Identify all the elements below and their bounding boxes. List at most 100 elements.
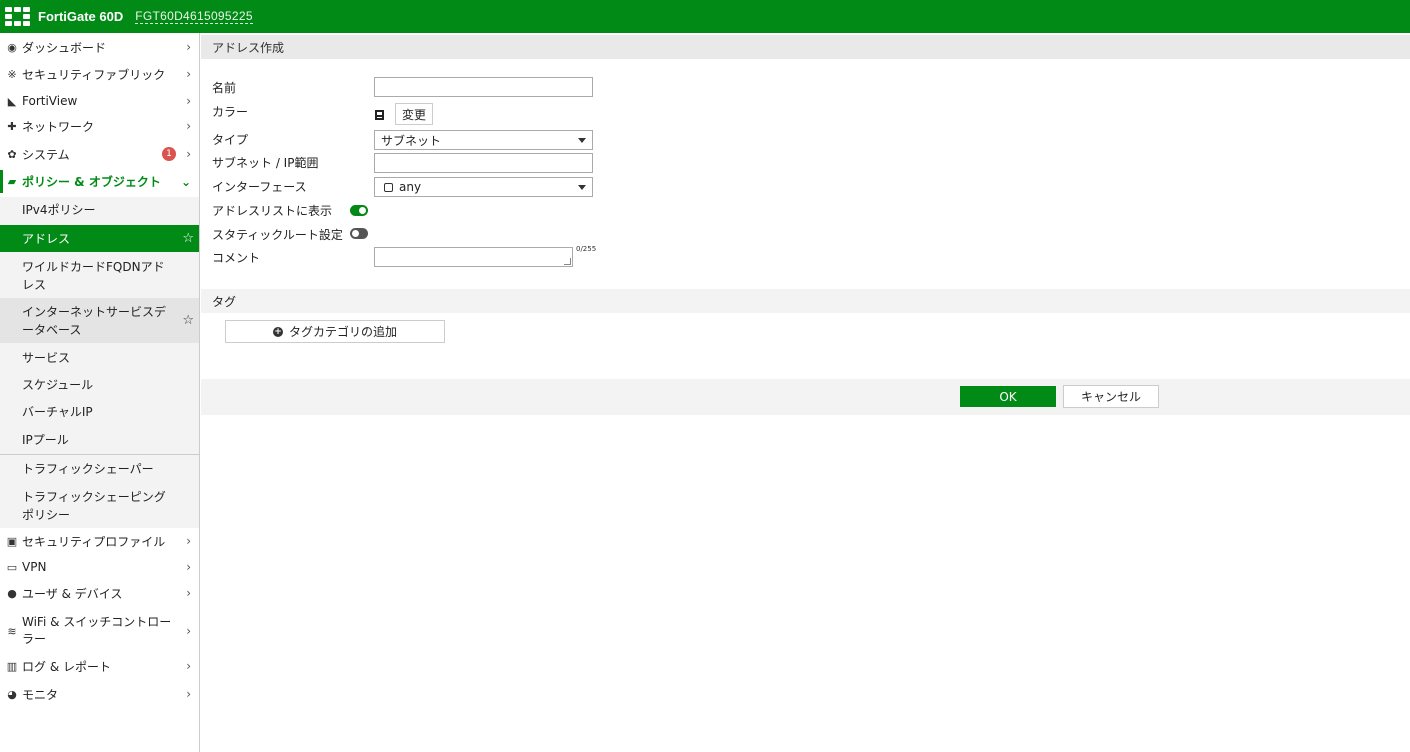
laptop-icon: ▭ (6, 560, 18, 574)
sidebar-subitem-address[interactable]: アドレス ☆ (0, 225, 199, 252)
chevron-right-icon: › (186, 687, 191, 701)
color-swatch-icon (375, 110, 384, 120)
sidebar-item-fortiview[interactable]: ◣ FortiView › (0, 91, 199, 111)
sidebar-item-label: システム (22, 147, 70, 162)
sidebar-item-label: VPN (22, 560, 47, 574)
dashboard-icon: ◉ (7, 40, 17, 54)
interface-select[interactable]: any (374, 177, 593, 197)
type-select[interactable]: サブネット (374, 130, 593, 150)
comment-textarea[interactable] (374, 247, 573, 267)
sidebar-subitem-ipv4-policy[interactable]: IPv4ポリシー (0, 199, 199, 221)
sidebar-item-label: ログ & レポート (22, 659, 111, 674)
static-route-label: スタティックルート設定 (212, 228, 343, 242)
sidebar-subitem-label: バーチャルIP (22, 405, 93, 419)
submenu-divider (0, 454, 199, 455)
fabric-icon: ※ (7, 67, 17, 81)
add-tag-category-label: タグカテゴリの追加 (288, 325, 397, 339)
chart-icon: ◣ (7, 94, 17, 108)
network-icon: ✚ (7, 119, 17, 133)
lock-icon: ▣ (6, 534, 18, 548)
comment-label: コメント (212, 251, 261, 265)
notification-badge: 1 (162, 147, 176, 161)
sidebar-subitem-virtual-ip[interactable]: バーチャルIP (0, 401, 199, 423)
sidebar-subitem-schedule[interactable]: スケジュール (0, 374, 199, 396)
chevron-right-icon: › (186, 94, 191, 108)
show-in-list-toggle[interactable] (350, 205, 368, 216)
sidebar-subitem-service[interactable]: サービス (0, 347, 199, 369)
chevron-right-icon: › (186, 586, 191, 600)
sidebar-item-label: セキュリティプロファイル (22, 534, 166, 549)
sidebar-subitem-ip-pool[interactable]: IPプール (0, 429, 199, 451)
interface-select-value: any (399, 180, 422, 194)
sidebar-subitem-label: トラフィックシェーピングポリシー (22, 490, 166, 522)
sidebar-subitem-label: アドレス (22, 231, 71, 246)
sidebar-subitem-label: サービス (22, 351, 71, 365)
star-icon[interactable]: ☆ (182, 312, 194, 330)
form-footer (201, 379, 1410, 415)
cancel-button[interactable]: キャンセル (1063, 385, 1159, 408)
add-tag-category-button[interactable]: + タグカテゴリの追加 (225, 320, 445, 343)
sidebar-item-policy-objects[interactable]: ▰ ポリシー & オブジェクト ⌄ (0, 170, 199, 193)
sidebar-subitem-internet-service-db[interactable]: インターネットサービスデータベース ☆ (0, 298, 199, 343)
gear-icon: ✿ (7, 147, 17, 161)
sidebar-item-label: ポリシー & オブジェクト (22, 175, 161, 189)
sidebar-item-wifi-switch[interactable]: ≋ WiFi & スイッチコントローラー › (0, 612, 199, 650)
user-icon: ● (7, 586, 17, 600)
caret-down-icon (578, 138, 586, 143)
sidebar-subitem-label: トラフィックシェーパー (22, 462, 154, 476)
interface-port-icon (384, 182, 393, 192)
interface-label: インターフェース (212, 180, 307, 194)
change-color-button[interactable]: 変更 (395, 103, 433, 125)
monitor-icon: ◕ (7, 687, 17, 701)
name-input[interactable] (374, 77, 593, 97)
sidebar-item-label: セキュリティファブリック (22, 67, 166, 82)
sidebar-subitem-wildcard-fqdn[interactable]: ワイルドカードFQDNアドレス (0, 256, 170, 296)
sidebar-subitem-label: インターネットサービスデータベース (22, 304, 167, 337)
page-title: アドレス作成 (201, 35, 1410, 59)
chevron-right-icon: › (186, 624, 191, 638)
type-select-value: サブネット (381, 133, 442, 148)
chevron-down-icon: ⌄ (180, 174, 191, 189)
ok-button[interactable]: OK (960, 386, 1056, 407)
sidebar-item-vpn[interactable]: ▭ VPN › (0, 557, 199, 577)
sidebar-subitem-label: IPプール (22, 433, 69, 447)
sidebar-subitem-traffic-shaper[interactable]: トラフィックシェーパー (0, 458, 199, 480)
wifi-icon: ≋ (7, 624, 17, 638)
sidebar-item-network[interactable]: ✚ ネットワーク › (0, 116, 199, 136)
comment-char-counter: 0/255 (576, 245, 597, 253)
sidebar-item-monitor[interactable]: ◕ モニタ › (0, 684, 199, 704)
fortinet-logo-icon (5, 6, 33, 27)
sidebar-item-log-report[interactable]: ▥ ログ & レポート › (0, 656, 199, 676)
chevron-right-icon: › (186, 659, 191, 673)
top-bar: FortiGate 60D FGT60D4615095225 (0, 0, 1410, 33)
serial-number-link[interactable]: FGT60D4615095225 (135, 9, 253, 24)
sidebar-item-user-device[interactable]: ● ユーザ & デバイス › (0, 583, 199, 603)
chevron-right-icon: › (186, 560, 191, 574)
device-name: FortiGate 60D (38, 9, 124, 24)
static-route-toggle[interactable] (350, 228, 368, 239)
chevron-right-icon: › (186, 67, 191, 81)
subnet-input[interactable] (374, 153, 593, 173)
sidebar-item-label: ユーザ & デバイス (22, 586, 123, 601)
sidebar-item-security-profiles[interactable]: ▣ セキュリティプロファイル › (0, 531, 199, 551)
color-label: カラー (212, 105, 249, 119)
show-in-list-label: アドレスリストに表示 (212, 204, 333, 218)
sidebar-subitem-label: IPv4ポリシー (22, 203, 96, 217)
sidebar-item-label: モニタ (22, 687, 59, 702)
chevron-right-icon: › (186, 534, 191, 548)
sidebar-item-label: ダッシュボード (22, 40, 107, 55)
sidebar-item-label: FortiView (22, 94, 78, 108)
sidebar-subitem-traffic-shaping-policy[interactable]: トラフィックシェーピングポリシー (0, 486, 170, 526)
type-label: タイプ (212, 133, 249, 147)
chevron-right-icon: › (186, 147, 191, 161)
policy-icon: ▰ (7, 175, 17, 188)
caret-down-icon (578, 185, 586, 190)
sidebar-subitem-label: ワイルドカードFQDNアドレス (22, 260, 165, 292)
star-icon[interactable]: ☆ (182, 230, 194, 248)
chevron-right-icon: › (186, 40, 191, 54)
sidebar-item-system[interactable]: ✿ システム 1 › (0, 144, 199, 164)
name-label: 名前 (212, 81, 237, 95)
sidebar-item-label: WiFi & スイッチコントローラー (22, 615, 172, 646)
sidebar-item-security-fabric[interactable]: ※ セキュリティファブリック › (0, 64, 199, 84)
sidebar-item-dashboard[interactable]: ◉ ダッシュボード › (0, 37, 199, 57)
